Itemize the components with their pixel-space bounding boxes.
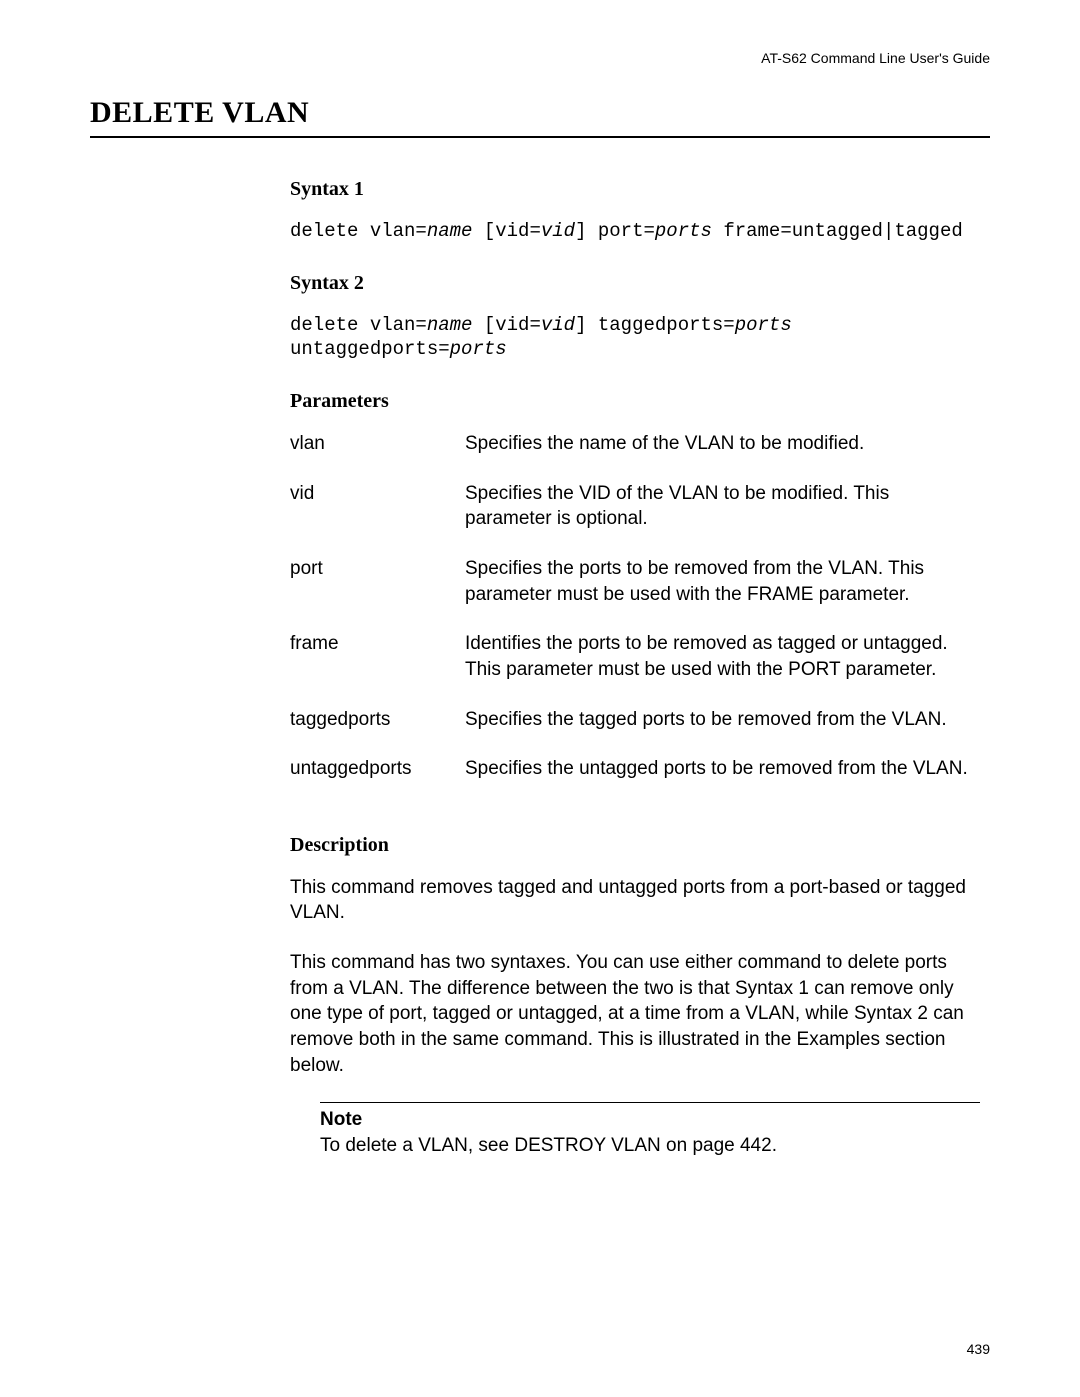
code-text: [vid= — [472, 314, 540, 336]
code-text: delete vlan= — [290, 220, 427, 242]
table-row: untaggedports Specifies the untagged por… — [290, 756, 980, 806]
description-paragraph: This command has two syntaxes. You can u… — [290, 950, 980, 1078]
param-desc: Identifies the ports to be removed as ta… — [465, 631, 980, 706]
code-text: frame=untagged|tagged — [712, 220, 963, 242]
table-row: taggedports Specifies the tagged ports t… — [290, 707, 980, 757]
parameters-table: vlan Specifies the name of the VLAN to b… — [290, 431, 980, 806]
syntax2-heading: Syntax 2 — [290, 272, 980, 295]
syntax1-heading: Syntax 1 — [290, 178, 980, 201]
code-text: delete vlan= — [290, 314, 427, 336]
code-var: ports — [655, 220, 712, 242]
param-desc: Specifies the name of the VLAN to be mod… — [465, 431, 980, 481]
running-head: AT-S62 Command Line User's Guide — [90, 50, 990, 66]
code-text: [vid= — [472, 220, 540, 242]
param-name: vid — [290, 481, 465, 556]
syntax1-code: delete vlan=name [vid=vid] port=ports fr… — [290, 219, 980, 244]
page-number: 439 — [967, 1341, 990, 1357]
param-desc: Specifies the VID of the VLAN to be modi… — [465, 481, 980, 556]
code-var: ports — [735, 314, 792, 336]
table-row: vid Specifies the VID of the VLAN to be … — [290, 481, 980, 556]
param-desc: Specifies the tagged ports to be removed… — [465, 707, 980, 757]
note-label: Note — [320, 1109, 980, 1131]
param-desc: Specifies the untagged ports to be remov… — [465, 756, 980, 806]
table-row: port Specifies the ports to be removed f… — [290, 556, 980, 631]
param-name: vlan — [290, 431, 465, 481]
description-paragraph: This command removes tagged and untagged… — [290, 875, 980, 926]
code-var: name — [427, 220, 473, 242]
param-name: taggedports — [290, 707, 465, 757]
code-var: name — [427, 314, 473, 336]
code-var: ports — [450, 338, 507, 360]
code-var: vid — [541, 220, 575, 242]
note-text: To delete a VLAN, see DESTROY VLAN on pa… — [320, 1133, 980, 1159]
parameters-heading: Parameters — [290, 390, 980, 413]
note-box: Note To delete a VLAN, see DESTROY VLAN … — [320, 1102, 980, 1159]
syntax2-code: delete vlan=name [vid=vid] taggedports=p… — [290, 313, 980, 362]
table-row: vlan Specifies the name of the VLAN to b… — [290, 431, 980, 481]
param-desc: Specifies the ports to be removed from t… — [465, 556, 980, 631]
table-row: frame Identifies the ports to be removed… — [290, 631, 980, 706]
title-rule — [90, 136, 990, 138]
param-name: untaggedports — [290, 756, 465, 806]
page: AT-S62 Command Line User's Guide DELETE … — [0, 0, 1080, 1397]
section-title: DELETE VLAN — [90, 96, 990, 130]
content-block: Syntax 1 delete vlan=name [vid=vid] port… — [290, 178, 980, 1159]
code-text: ] taggedports= — [575, 314, 735, 336]
description-heading: Description — [290, 834, 980, 857]
code-text: ] port= — [575, 220, 655, 242]
param-name: frame — [290, 631, 465, 706]
param-name: port — [290, 556, 465, 631]
code-var: vid — [541, 314, 575, 336]
